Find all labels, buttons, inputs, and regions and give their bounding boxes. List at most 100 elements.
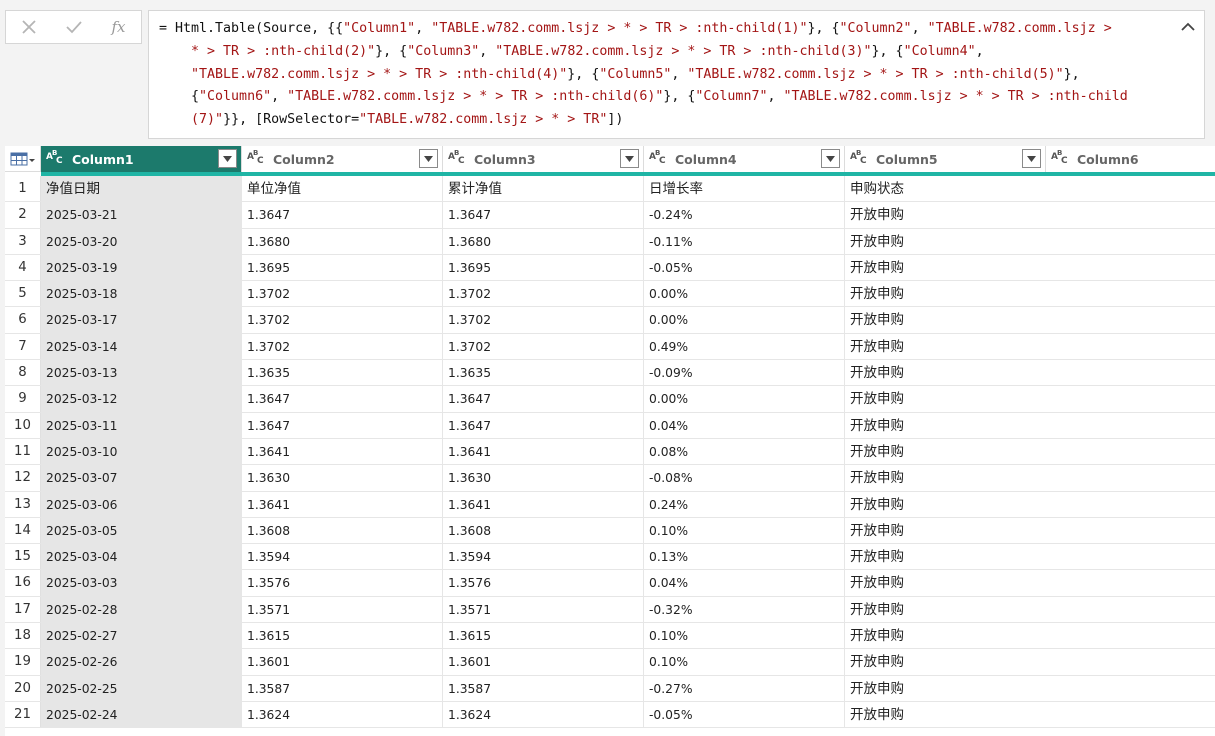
cancel-button[interactable]: [6, 11, 51, 43]
abc-type-icon[interactable]: A B C: [45, 149, 67, 167]
table-cell[interactable]: 1.3608: [242, 517, 443, 544]
table-cell[interactable]: 开放申购: [845, 281, 1010, 306]
table-cell[interactable]: 0.49%: [644, 333, 845, 360]
table-cell[interactable]: 1.3624: [443, 701, 644, 728]
table-cell[interactable]: 0.04%: [644, 412, 845, 438]
table-cell[interactable]: 2025-03-06: [41, 491, 242, 517]
column-filter-button[interactable]: [620, 149, 639, 168]
table-cell[interactable]: 1.3641: [443, 491, 644, 517]
column-header-column3[interactable]: A B C Column3: [443, 146, 644, 172]
table-cell[interactable]: 1.3680: [443, 228, 644, 254]
table-cell[interactable]: 开放申购: [845, 360, 1010, 385]
row-number[interactable]: 4: [5, 254, 41, 281]
table-cell[interactable]: 日增长率: [644, 176, 845, 202]
table-cell[interactable]: -0.11%: [644, 228, 845, 254]
table-cell[interactable]: 0.24%: [644, 491, 845, 517]
column-header-column4[interactable]: A B C Column4: [644, 146, 845, 172]
column-header-column5[interactable]: A B C Column5: [845, 146, 1046, 172]
row-number[interactable]: 12: [5, 465, 41, 491]
table-cell[interactable]: 2025-03-13: [41, 360, 242, 386]
table-cell[interactable]: 1.3702: [242, 333, 443, 360]
row-number[interactable]: 16: [5, 570, 41, 596]
table-cell[interactable]: 0.10%: [644, 517, 845, 544]
table-cell[interactable]: 1.3647: [443, 412, 644, 438]
fx-button[interactable]: fx: [96, 11, 141, 43]
formula-text[interactable]: = Html.Table(Source, {{"Column1", "TABLE…: [159, 18, 1169, 132]
row-number[interactable]: 20: [5, 675, 41, 701]
table-cell[interactable]: 1.3695: [443, 254, 644, 281]
table-cell[interactable]: 1.3647: [242, 202, 443, 228]
table-cell[interactable]: 开放申购: [845, 413, 1010, 438]
row-number[interactable]: 6: [5, 307, 41, 333]
table-cell[interactable]: -0.32%: [644, 596, 845, 623]
row-number[interactable]: 19: [5, 649, 41, 675]
table-cell[interactable]: 1.3641: [242, 438, 443, 465]
row-number[interactable]: 18: [5, 623, 41, 649]
table-cell[interactable]: 开放申购: [845, 676, 1010, 701]
table-cell[interactable]: 1.3615: [242, 623, 443, 649]
row-number[interactable]: 1: [5, 176, 41, 202]
table-cell[interactable]: 0.00%: [644, 307, 845, 333]
table-cell[interactable]: 0.10%: [644, 649, 845, 675]
table-cell[interactable]: 1.3641: [242, 491, 443, 517]
table-cell[interactable]: 0.00%: [644, 386, 845, 412]
table-cell[interactable]: 2025-03-10: [41, 438, 242, 465]
table-cell[interactable]: 2025-03-14: [41, 333, 242, 360]
table-cell[interactable]: 2025-02-26: [41, 649, 242, 675]
table-cell[interactable]: -0.24%: [644, 202, 845, 228]
abc-type-icon[interactable]: A B C: [849, 149, 871, 167]
column-filter-button[interactable]: [218, 149, 237, 168]
table-cell[interactable]: 开放申购: [845, 597, 1010, 622]
row-number[interactable]: 11: [5, 438, 41, 465]
table-cell[interactable]: 1.3647: [242, 412, 443, 438]
table-cell[interactable]: 开放申购: [845, 492, 1010, 517]
table-cell[interactable]: 1.3608: [443, 517, 644, 544]
row-number[interactable]: 15: [5, 544, 41, 570]
table-cell[interactable]: 1.3647: [443, 202, 644, 228]
table-cell[interactable]: 1.3702: [242, 281, 443, 307]
table-cell[interactable]: 1.3630: [443, 465, 644, 491]
column-filter-button[interactable]: [419, 149, 438, 168]
column-filter-button[interactable]: [1022, 149, 1041, 168]
table-cell[interactable]: 1.3702: [242, 307, 443, 333]
table-cell[interactable]: 1.3695: [242, 254, 443, 281]
row-number[interactable]: 2: [5, 202, 41, 228]
row-number[interactable]: 10: [5, 412, 41, 438]
table-cell[interactable]: 1.3630: [242, 465, 443, 491]
table-cell[interactable]: 1.3576: [242, 570, 443, 596]
table-cell[interactable]: 开放申购: [845, 649, 1010, 674]
table-cell[interactable]: 1.3624: [242, 701, 443, 728]
table-cell[interactable]: 2025-03-04: [41, 544, 242, 570]
table-cell[interactable]: 单位净值: [242, 176, 443, 202]
table-cell[interactable]: 2025-02-28: [41, 596, 242, 623]
abc-type-icon[interactable]: A B C: [447, 149, 469, 167]
row-number[interactable]: 8: [5, 360, 41, 386]
column-header-column1[interactable]: A B C Column1: [41, 146, 242, 172]
table-cell[interactable]: 2025-03-05: [41, 517, 242, 544]
table-cell[interactable]: 申购状态: [845, 176, 1010, 201]
table-cell[interactable]: 1.3601: [242, 649, 443, 675]
table-cell[interactable]: 开放申购: [845, 439, 1010, 464]
table-cell[interactable]: -0.05%: [644, 701, 845, 728]
table-cell[interactable]: 0.08%: [644, 438, 845, 465]
table-cell[interactable]: 开放申购: [845, 255, 1010, 280]
collapse-formula-button[interactable]: [1178, 17, 1198, 37]
table-cell[interactable]: 1.3680: [242, 228, 443, 254]
table-cell[interactable]: 0.04%: [644, 570, 845, 596]
abc-type-icon[interactable]: A B C: [1050, 149, 1072, 167]
row-number[interactable]: 3: [5, 228, 41, 254]
table-cell[interactable]: 1.3635: [443, 360, 644, 386]
table-cell[interactable]: 开放申购: [845, 544, 1010, 569]
table-cell[interactable]: 开放申购: [845, 307, 1010, 332]
table-cell[interactable]: 1.3587: [242, 675, 443, 701]
table-cell[interactable]: 1.3647: [443, 386, 644, 412]
table-cell[interactable]: 2025-03-19: [41, 254, 242, 281]
table-cell[interactable]: 1.3571: [443, 596, 644, 623]
table-cell[interactable]: 净值日期: [41, 176, 242, 202]
table-cell[interactable]: 1.3635: [242, 360, 443, 386]
table-cell[interactable]: 1.3702: [443, 281, 644, 307]
table-cell[interactable]: 开放申购: [845, 229, 1010, 254]
row-number[interactable]: 5: [5, 281, 41, 307]
column-header-column6[interactable]: A B C Column6: [1046, 146, 1211, 172]
table-cell[interactable]: 2025-03-12: [41, 386, 242, 412]
